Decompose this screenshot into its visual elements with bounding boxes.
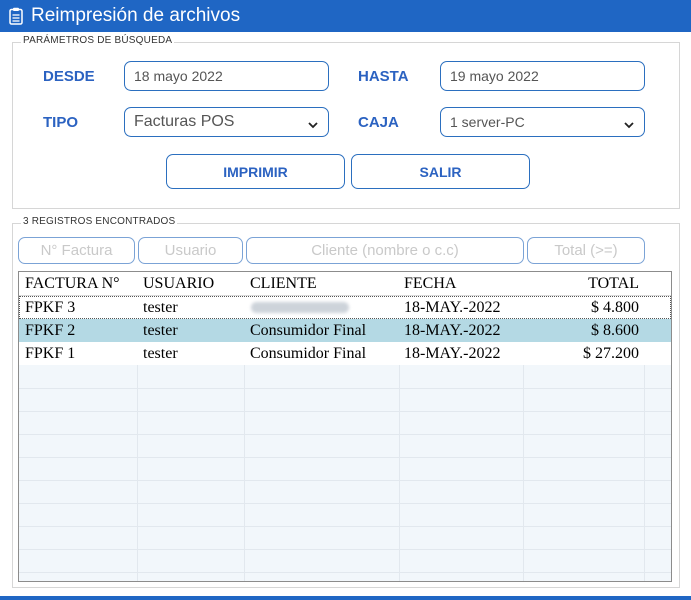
grid-line (19, 503, 671, 504)
usuario-filter-input[interactable]: Usuario (138, 237, 243, 264)
cell-usuario: tester (143, 344, 178, 362)
cell-total: $ 27.200 (583, 344, 639, 362)
cell-fecha: 18-MAY.-2022 (404, 298, 501, 316)
grid-line (19, 526, 671, 527)
window-title: Reimpresión de archivos (31, 5, 241, 26)
factura-filter-placeholder: N° Factura (40, 242, 113, 259)
window-titlebar: Reimpresión de archivos (0, 0, 691, 32)
results-count-legend: 3 REGISTROS ENCONTRADOS (21, 216, 178, 227)
cell-total: $ 4.800 (591, 298, 639, 316)
cell-factura: FPKF 2 (25, 321, 76, 339)
desde-label: DESDE (43, 68, 95, 85)
search-parameters-legend: PARÁMETROS DE BÚSQUEDA (21, 35, 175, 46)
hasta-date-field[interactable]: 19 mayo 2022 (440, 61, 645, 91)
window-bottom-border (0, 596, 691, 600)
grid-line (19, 480, 671, 481)
grid-line (19, 411, 671, 412)
total-filter-input[interactable]: Total (>=) (527, 237, 645, 264)
column-header-factura[interactable]: FACTURA N° (25, 272, 120, 295)
total-filter-placeholder: Total (>=) (554, 242, 618, 259)
clipboard-icon (9, 7, 23, 25)
usuario-filter-placeholder: Usuario (164, 242, 217, 259)
cell-cliente: Consumidor Final (250, 344, 367, 362)
grid-line (19, 388, 671, 389)
desde-value: 18 mayo 2022 (134, 68, 223, 84)
cell-factura: FPKF 1 (25, 344, 76, 362)
cell-usuario: tester (143, 298, 178, 316)
factura-filter-input[interactable]: N° Factura (18, 237, 135, 264)
cell-fecha: 18-MAY.-2022 (404, 321, 501, 339)
cell-usuario: tester (143, 321, 178, 339)
column-header-cliente[interactable]: CLIENTE (250, 272, 317, 295)
table-row-selected[interactable]: FPKF 2 tester Consumidor Final 18-MAY.-2… (19, 319, 671, 342)
table-row[interactable]: FPKF 1 tester Consumidor Final 18-MAY.-2… (19, 342, 671, 365)
tipo-value: Facturas POS (134, 113, 235, 130)
hasta-label: HASTA (358, 68, 409, 85)
chevron-down-icon (307, 117, 319, 129)
caja-select[interactable]: 1 server-PC (440, 107, 645, 137)
results-table[interactable]: FACTURA N° USUARIO CLIENTE FECHA TOTAL F… (18, 271, 672, 582)
hasta-value: 19 mayo 2022 (450, 68, 539, 84)
tipo-select[interactable]: Facturas POS (124, 107, 329, 137)
table-header: FACTURA N° USUARIO CLIENTE FECHA TOTAL (19, 272, 671, 296)
column-header-usuario[interactable]: USUARIO (143, 272, 214, 295)
redacted-text (251, 302, 349, 313)
print-button[interactable]: IMPRIMIR (166, 154, 345, 189)
grid-line (19, 572, 671, 573)
grid-line (19, 434, 671, 435)
caja-label: CAJA (358, 114, 399, 131)
exit-button[interactable]: SALIR (351, 154, 530, 189)
grid-line (19, 549, 671, 550)
column-header-total[interactable]: TOTAL (529, 272, 639, 295)
tipo-label: TIPO (43, 114, 79, 131)
cell-factura: FPKF 3 (25, 298, 76, 316)
cell-total: $ 8.600 (591, 321, 639, 339)
chevron-down-icon (623, 117, 635, 129)
cell-fecha: 18-MAY.-2022 (404, 344, 501, 362)
cell-cliente: Consumidor Final (250, 321, 367, 339)
column-header-fecha[interactable]: FECHA (404, 272, 456, 295)
cliente-filter-input[interactable]: Cliente (nombre o c.c) (246, 237, 524, 264)
cell-cliente-redacted (251, 296, 349, 319)
cliente-filter-placeholder: Cliente (nombre o c.c) (311, 242, 459, 259)
caja-value: 1 server-PC (450, 114, 525, 130)
desde-date-field[interactable]: 18 mayo 2022 (124, 61, 329, 91)
grid-line (19, 457, 671, 458)
table-row[interactable]: FPKF 3 tester 18-MAY.-2022 $ 4.800 (19, 296, 671, 319)
